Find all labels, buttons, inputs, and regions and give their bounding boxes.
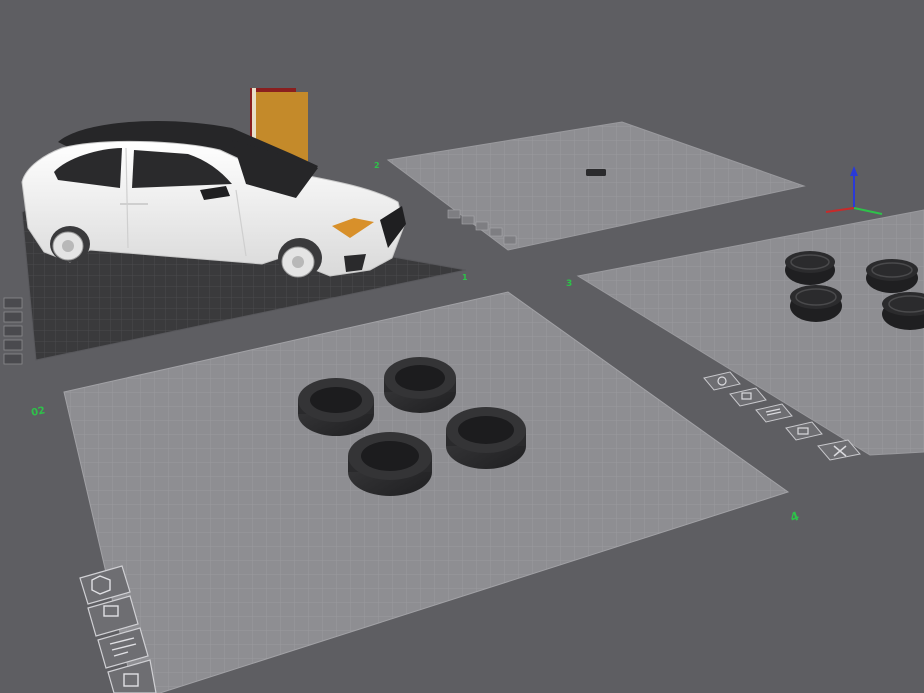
lock-icon[interactable]	[489, 227, 503, 237]
tire-model[interactable]	[446, 407, 526, 469]
arrange-icon[interactable]	[729, 387, 767, 407]
tire-model[interactable]	[384, 357, 456, 413]
slice-settings-icon[interactable]	[475, 221, 489, 231]
x-axis	[825, 207, 855, 213]
scene-canvas[interactable]: 2 3 1 02 4	[0, 0, 924, 693]
lock-icon[interactable]	[3, 339, 23, 351]
tire-model[interactable]	[348, 432, 432, 496]
wheel-model[interactable]	[866, 259, 918, 293]
plate-2-label: 2	[374, 161, 380, 170]
wheel-model[interactable]	[790, 285, 842, 322]
remove-icon[interactable]	[3, 353, 23, 365]
plate-4-side-label: 02	[30, 405, 46, 419]
slice-settings-icon[interactable]	[3, 325, 23, 337]
slice-settings-icon[interactable]	[755, 403, 793, 423]
orient-icon[interactable]	[447, 209, 461, 219]
car-body-model[interactable]	[21, 120, 406, 278]
arrange-icon[interactable]	[461, 215, 475, 225]
plate-1-toolbar[interactable]	[3, 297, 23, 365]
lock-icon[interactable]	[785, 421, 823, 441]
build-plate-4[interactable]: 02 4	[30, 291, 801, 693]
small-part-model[interactable]	[586, 169, 606, 176]
plate-4-front-label: 4	[788, 509, 801, 525]
orient-icon[interactable]	[3, 297, 23, 309]
build-plate-2[interactable]: 2	[374, 121, 806, 251]
plate-3-label: 3	[566, 279, 572, 289]
orient-icon[interactable]	[703, 371, 741, 391]
plate-1-label: 1	[462, 273, 468, 282]
arrange-icon[interactable]	[3, 311, 23, 323]
3d-viewport[interactable]: 2 3 1 02 4	[0, 0, 924, 693]
y-axis	[853, 207, 883, 215]
tire-model[interactable]	[298, 378, 374, 436]
wheel-model[interactable]	[785, 251, 835, 285]
remove-icon[interactable]	[503, 235, 517, 245]
axes-gizmo	[825, 166, 883, 215]
